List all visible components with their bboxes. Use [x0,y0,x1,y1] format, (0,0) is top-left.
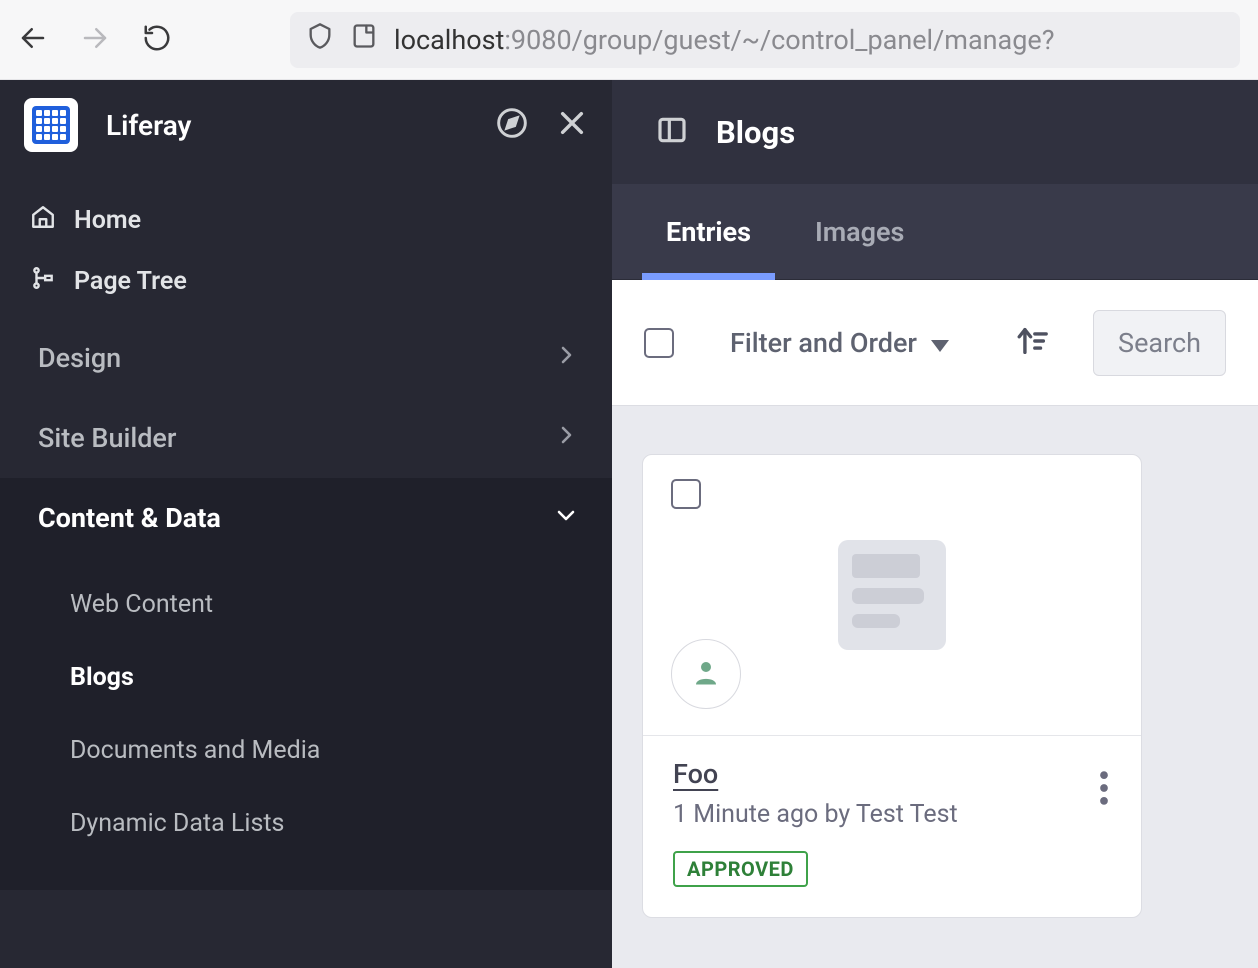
panel-toggle-icon[interactable] [656,114,688,150]
home-icon [30,204,56,237]
tab-images[interactable]: Images [805,184,915,279]
logo[interactable] [24,98,78,152]
nav-home[interactable]: Home [30,190,582,251]
section-site-builder[interactable]: Site Builder [0,398,612,478]
brand-name: Liferay [106,109,468,142]
section-content-data[interactable]: Content & Data [0,478,612,558]
section-design-label: Design [38,342,121,374]
tab-entries[interactable]: Entries [656,184,761,279]
back-icon[interactable] [18,23,48,57]
tree-icon [30,265,56,298]
card-thumbnail-area [643,455,1141,735]
card-body: Foo 1 Minute ago by Test Test APPROVED [643,735,1141,917]
page-info-icon [350,22,378,57]
filter-order-button[interactable]: Filter and Order [730,327,949,359]
page-title: Blogs [716,114,795,151]
document-thumb-icon [838,540,946,650]
sidebar-header: Liferay [0,80,612,170]
chevron-right-icon [554,342,578,374]
entry-title-link[interactable]: Foo [673,758,1111,790]
sidebar: Liferay Home Page Tree [0,80,612,968]
reload-icon[interactable] [142,23,172,57]
entry-actions-button[interactable] [1089,760,1119,820]
nav-home-label: Home [74,206,141,235]
section-design[interactable]: Design [0,318,612,398]
chevron-right-icon [554,422,578,454]
shield-icon [306,22,334,57]
user-icon [691,657,721,691]
compass-icon[interactable] [496,107,528,143]
main-header: Blogs [612,80,1258,184]
entry-checkbox[interactable] [671,479,701,509]
search-placeholder: Search [1118,327,1201,359]
address-bar[interactable]: localhost:9080/group/guest/~/control_pan… [290,12,1240,68]
nav-page-tree-label: Page Tree [74,267,187,296]
browser-toolbar: localhost:9080/group/guest/~/control_pan… [0,0,1258,80]
tabs: Entries Images [612,184,1258,280]
subnav-documents-media[interactable]: Documents and Media [0,714,612,787]
sort-icon [1015,343,1049,362]
subnav-web-content[interactable]: Web Content [0,568,612,641]
entry-card: Foo 1 Minute ago by Test Test APPROVED [642,454,1142,918]
entry-meta: 1 Minute ago by Test Test [673,800,1111,829]
status-badge: APPROVED [673,851,808,887]
sort-button[interactable] [1015,324,1049,362]
subnav-dynamic-data-lists[interactable]: Dynamic Data Lists [0,787,612,860]
url-text: localhost:9080/group/guest/~/control_pan… [394,24,1054,56]
kebab-icon [1099,791,1109,810]
nav-page-tree[interactable]: Page Tree [30,251,582,312]
chevron-down-icon [554,502,578,534]
toolbar: Filter and Order Search [612,280,1258,406]
content-data-subnav: Web Content Blogs Documents and Media Dy… [0,558,612,890]
main: Blogs Entries Images Filter and Order [612,80,1258,968]
search-input[interactable]: Search [1093,310,1226,376]
subnav-blogs[interactable]: Blogs [0,641,612,714]
filter-order-label: Filter and Order [730,327,917,359]
caret-down-icon [931,327,949,359]
section-content-data-label: Content & Data [38,502,221,534]
avatar [671,639,741,709]
forward-icon[interactable] [80,23,110,57]
section-site-builder-label: Site Builder [38,422,176,454]
select-all-checkbox[interactable] [644,328,674,358]
close-icon[interactable] [556,107,588,143]
